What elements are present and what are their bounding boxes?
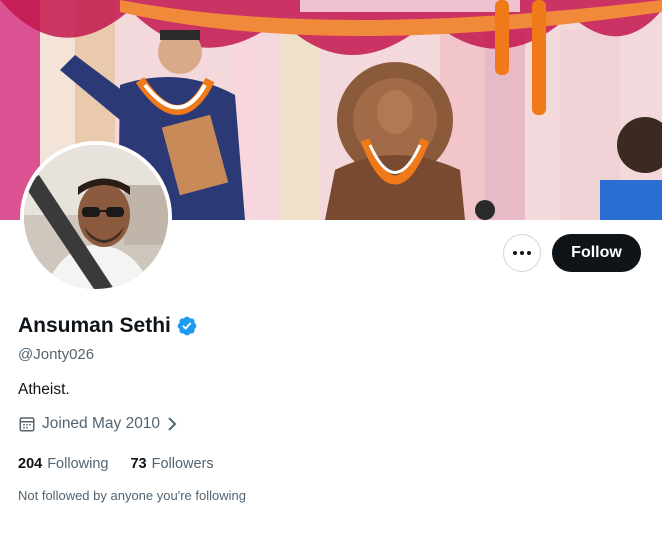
display-name-row: Ansuman Sethi	[18, 314, 198, 338]
joined-date: Joined May 2010	[42, 415, 161, 432]
social-context-text: Not followed by anyone you're following	[18, 488, 246, 503]
followers-count: 73	[130, 456, 147, 472]
following-label: Following	[47, 456, 109, 472]
profile-bio: Atheist.	[18, 381, 70, 398]
profile-avatar[interactable]	[20, 141, 172, 293]
avatar[interactable]	[24, 145, 168, 289]
follow-stats: 204 Following 73 Followers	[18, 456, 236, 472]
user-handle: @Jonty026	[18, 346, 95, 363]
following-link[interactable]: 204 Following	[18, 456, 108, 472]
calendar-icon	[19, 417, 35, 432]
more-horizontal-icon	[513, 251, 517, 255]
chevron-right-icon[interactable]	[166, 416, 178, 432]
verified-badge-icon[interactable]	[176, 315, 198, 337]
joined-date-row[interactable]: Joined May 2010	[18, 415, 178, 433]
follow-button[interactable]: Follow	[552, 234, 641, 272]
display-name: Ansuman Sethi	[18, 314, 171, 337]
followers-label: Followers	[151, 456, 214, 472]
followers-link[interactable]: 73 Followers	[130, 456, 213, 472]
more-options-button[interactable]	[503, 234, 541, 272]
following-count: 204	[18, 456, 43, 472]
